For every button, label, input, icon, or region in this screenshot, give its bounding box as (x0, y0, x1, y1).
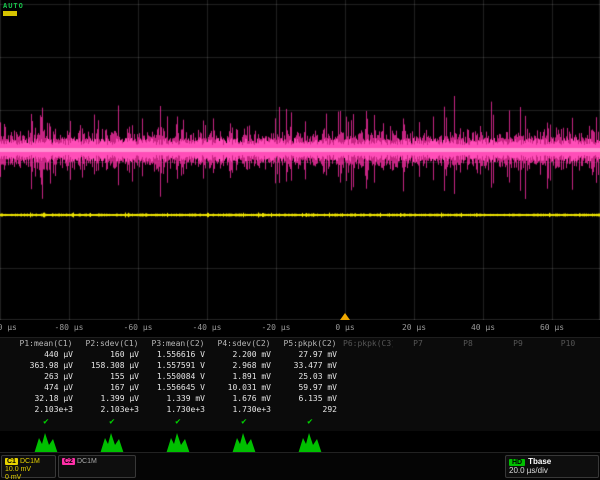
measure-value: 292 (277, 405, 337, 414)
measure-status-ok: ✔ (211, 417, 277, 427)
measure-value: 440 µV (13, 350, 73, 359)
measure-value: 2.200 mV (211, 350, 271, 359)
measure-value: 363.98 µV (13, 361, 73, 370)
measure-status-ok: ✔ (145, 417, 211, 427)
measure-value: 1.730e+3 (145, 405, 205, 414)
trigger-status: AUTO (3, 2, 24, 10)
measure-header-p2[interactable]: P2:sdev(C1) (79, 339, 145, 348)
time-axis-label: 0 µs (335, 323, 354, 332)
measure-value: 1.399 µV (79, 394, 139, 403)
c1-channel-badge: C1 (5, 458, 18, 465)
c1-descriptor[interactable]: C1DC1M 10.0 mV 0 mV (1, 455, 56, 478)
measure-value: 1.339 mV (145, 394, 205, 403)
time-axis-label: -80 µs (55, 323, 84, 332)
measure-value: 158.308 µV (79, 361, 139, 370)
measure-header-p9[interactable]: P9 (493, 339, 543, 348)
measure-value: 2.103e+3 (79, 405, 139, 414)
time-axis-label: -20 µs (262, 323, 291, 332)
measure-value: 27.97 mV (277, 350, 337, 359)
measure-value: 167 µV (79, 383, 139, 392)
tbase-value: 20.0 µs/div (509, 467, 595, 474)
measure-status-ok: ✔ (277, 417, 343, 427)
measure-value: 1.676 mV (211, 394, 271, 403)
oscilloscope-screen: AUTO -100 µs -80 µs -60 µs -40 µs -20 µs 0 µs… (0, 0, 600, 480)
histicon[interactable] (298, 433, 322, 454)
measure-header-p5[interactable]: P5:pkpk(C2) (277, 339, 343, 348)
timebase-descriptor[interactable]: HDTbase 20.0 µs/div (505, 455, 599, 478)
measure-header-p4[interactable]: P4:sdev(C2) (211, 339, 277, 348)
measure-value: 59.97 mV (277, 383, 337, 392)
c2-descriptor[interactable]: C2DC1M (58, 455, 136, 478)
measure-header-p3[interactable]: P3:mean(C2) (145, 339, 211, 348)
bottom-toolbar: C1DC1M 10.0 mV 0 mV C2DC1M + HDTbase 20.… (0, 452, 600, 480)
time-axis-label: -100 µs (0, 323, 17, 332)
time-axis-label: 20 µs (402, 323, 426, 332)
measure-value: 6.135 mV (277, 394, 337, 403)
time-axis-label: -40 µs (193, 323, 222, 332)
time-axis: -100 µs -80 µs -60 µs -40 µs -20 µs 0 µs 20 µs… (0, 321, 600, 336)
measure-value: 263 µV (13, 372, 73, 381)
time-axis-label: 60 µs (540, 323, 564, 332)
measure-value: 2.968 mV (211, 361, 271, 370)
measure-header-p8[interactable]: P8 (443, 339, 493, 348)
measure-value: 1.557591 V (145, 361, 205, 370)
measure-value: 1.550084 V (145, 372, 205, 381)
measure-header-p10[interactable]: P10 (543, 339, 593, 348)
measure-value: 1.556616 V (145, 350, 205, 359)
measure-value: 1.556645 V (145, 383, 205, 392)
histicon[interactable] (100, 433, 124, 454)
trigger-time-marker[interactable] (340, 313, 350, 320)
measure-value: 1.891 mV (211, 372, 271, 381)
measure-value: 32.18 µV (13, 394, 73, 403)
c1-coupling: DC1M (20, 458, 40, 465)
c1-indicator (3, 11, 17, 16)
measure-status-ok: ✔ (79, 417, 145, 427)
hd-badge: HD (509, 459, 525, 466)
measure-value: 10.031 mV (211, 383, 271, 392)
c2-coupling: DC1M (77, 458, 97, 465)
measure-value: 2.103e+3 (13, 405, 73, 414)
histicon[interactable] (232, 433, 256, 454)
measure-header-p6[interactable]: P6:pkpk(C3) (343, 339, 393, 348)
c1-volts-div: 10.0 mV (5, 466, 52, 473)
measure-value: 1.730e+3 (211, 405, 271, 414)
measure-value: 33.477 mV (277, 361, 337, 370)
measure-status-ok: ✔ (13, 417, 79, 427)
measure-value: 155 µV (79, 372, 139, 381)
measure-value: 25.03 mV (277, 372, 337, 381)
histicon[interactable] (34, 433, 58, 454)
time-axis-label: 40 µs (471, 323, 495, 332)
c1-offset: 0 mV (5, 474, 52, 480)
measure-value: 160 µV (79, 350, 139, 359)
waveform-grid[interactable] (0, 0, 600, 320)
time-axis-label: -60 µs (124, 323, 153, 332)
measurement-table: P1:mean(C1)P2:sdev(C1)P3:mean(C2)P4:sdev… (0, 337, 600, 431)
measure-header-p1[interactable]: P1:mean(C1) (13, 339, 79, 348)
measure-value: 474 µV (13, 383, 73, 392)
tbase-label: Tbase (528, 457, 551, 466)
c2-channel-badge: C2 (62, 458, 75, 465)
measure-header-p7[interactable]: P7 (393, 339, 443, 348)
histicon[interactable] (166, 433, 190, 454)
